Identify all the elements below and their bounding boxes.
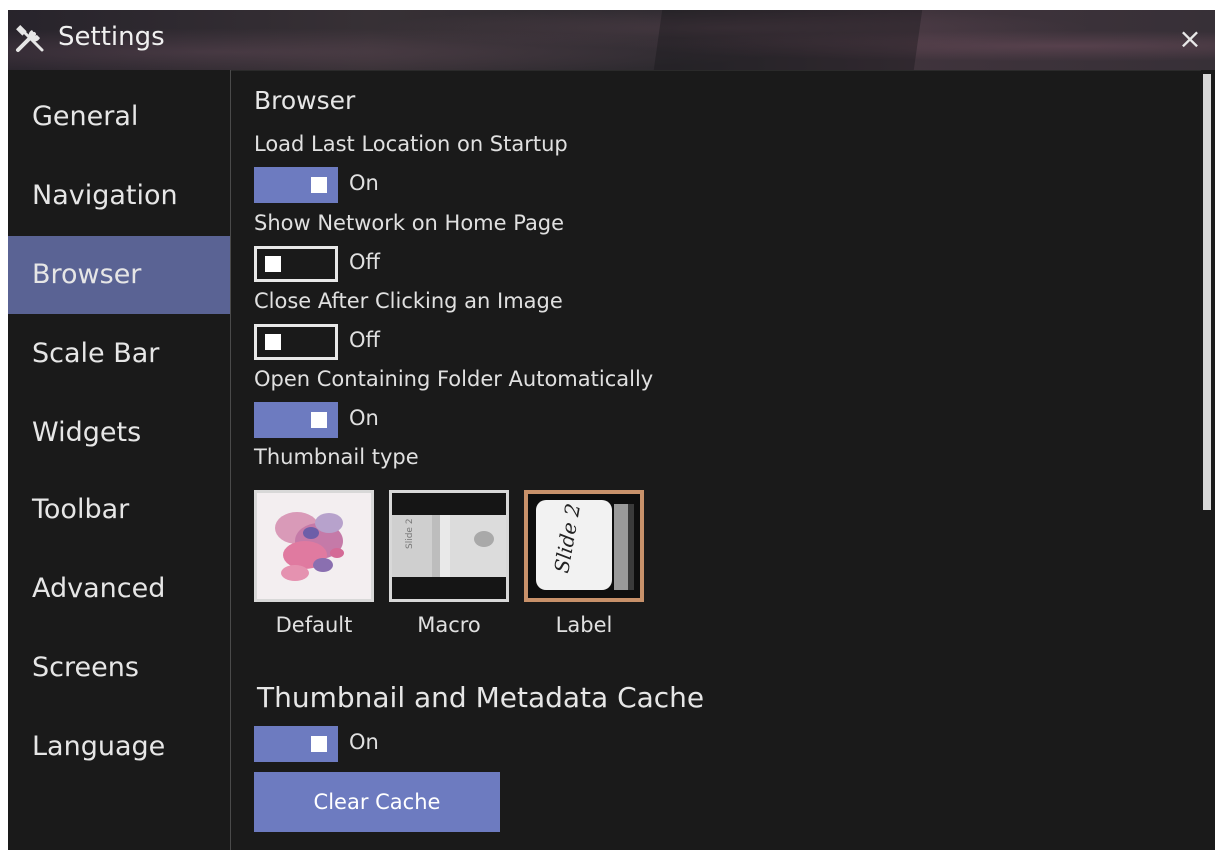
thumbnail-caption-macro: Macro	[417, 613, 481, 637]
section-title-cache: Thumbnail and Metadata Cache	[257, 681, 705, 714]
toggle-cache[interactable]	[254, 726, 338, 762]
settings-content: Browser Load Last Location on Startup On…	[231, 70, 1201, 850]
scrollbar-thumb[interactable]	[1203, 74, 1211, 510]
setting-label-close-after-click: Close After Clicking an Image	[254, 289, 563, 313]
sidebar-item-widgets[interactable]: Widgets	[8, 394, 230, 472]
toggle-knob	[311, 736, 327, 752]
sidebar-item-label: Navigation	[32, 180, 178, 211]
sidebar-item-advanced[interactable]: Advanced	[8, 550, 230, 628]
toggle-state-show-network: Off	[349, 250, 380, 274]
tools-icon	[14, 24, 48, 54]
label-slide-thumbnail: Slide 2	[528, 494, 640, 598]
sidebar-item-general[interactable]: General	[8, 78, 230, 156]
sidebar-item-scale-bar[interactable]: Scale Bar	[8, 315, 230, 393]
toggle-knob	[311, 412, 327, 428]
sidebar-item-language[interactable]: Language	[8, 708, 230, 786]
thumbnail-caption-label: Label	[555, 613, 613, 637]
thumbnail-option-label[interactable]: Slide 2	[524, 490, 644, 602]
sidebar-item-navigation[interactable]: Navigation	[8, 157, 230, 235]
title-bar-background-panel	[653, 10, 923, 70]
content-scrollbar[interactable]	[1201, 70, 1215, 850]
toggle-open-containing-folder[interactable]	[254, 402, 338, 438]
toggle-state-load-last-location: On	[349, 171, 379, 195]
sidebar-item-label: Screens	[32, 652, 139, 683]
toggle-knob	[311, 177, 327, 193]
close-button[interactable]: ×	[1175, 24, 1205, 54]
toggle-load-last-location[interactable]	[254, 167, 338, 203]
setting-label-load-last-location: Load Last Location on Startup	[254, 132, 568, 156]
window-title: Settings	[58, 22, 165, 52]
sidebar-item-browser[interactable]: Browser	[8, 236, 230, 314]
toggle-state-cache: On	[349, 730, 379, 754]
sidebar-item-label: General	[32, 101, 139, 132]
macro-slide-thumbnail: Slide 2	[392, 493, 506, 599]
thumbnail-type-label: Thumbnail type	[254, 445, 419, 469]
sidebar-item-screens[interactable]: Screens	[8, 629, 230, 707]
toggle-state-close-after-click: Off	[349, 328, 380, 352]
sidebar-item-toolbar[interactable]: Toolbar	[8, 471, 230, 549]
sidebar-item-label: Browser	[32, 259, 142, 290]
toggle-close-after-click[interactable]	[254, 324, 338, 360]
thumbnail-option-default[interactable]	[254, 490, 374, 602]
title-bar-background	[8, 10, 1215, 70]
settings-sidebar: General Navigation Browser Scale Bar Wid…	[8, 70, 231, 850]
sidebar-item-label: Advanced	[32, 573, 166, 604]
title-bar: Settings ×	[8, 10, 1215, 71]
svg-text:Slide 2: Slide 2	[405, 518, 415, 549]
sidebar-item-label: Scale Bar	[32, 338, 160, 369]
toggle-show-network[interactable]	[254, 246, 338, 282]
settings-window: Settings × General Navigation Browser Sc…	[8, 10, 1215, 850]
sidebar-item-label: Toolbar	[32, 494, 130, 525]
toggle-state-open-containing-folder: On	[349, 406, 379, 430]
tissue-slide-thumbnail	[257, 493, 371, 599]
clear-cache-button[interactable]: Clear Cache	[254, 772, 500, 832]
thumbnail-option-macro[interactable]: Slide 2	[389, 490, 509, 602]
sidebar-item-label: Widgets	[32, 417, 142, 448]
toggle-knob	[265, 334, 281, 350]
toggle-knob	[265, 256, 281, 272]
setting-label-show-network: Show Network on Home Page	[254, 211, 565, 235]
thumbnail-caption-default: Default	[275, 613, 353, 637]
sidebar-item-label: Language	[32, 731, 166, 762]
setting-label-open-containing-folder: Open Containing Folder Automatically	[254, 367, 654, 391]
section-title-browser: Browser	[254, 86, 356, 115]
